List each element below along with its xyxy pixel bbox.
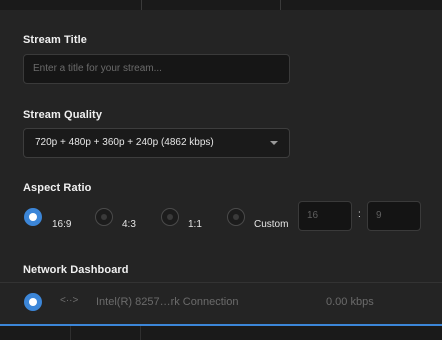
aspect-ratio-label: Aspect Ratio — [23, 182, 92, 194]
stream-title-input[interactable]: Enter a title for your stream... — [23, 54, 290, 84]
network-dashboard-label: Network Dashboard — [23, 264, 129, 276]
connection-name: Intel(R) 8257…rk Connection — [96, 296, 239, 308]
stream-title-label: Stream Title — [23, 34, 87, 46]
accent-line — [0, 324, 442, 326]
aspect-option-label: Custom — [254, 219, 289, 230]
connection-rate: 0.00 kbps — [326, 296, 374, 308]
aspect-option-label: 1:1 — [188, 219, 202, 230]
chevron-down-icon — [270, 141, 278, 145]
aspect-radio-custom[interactable] — [227, 208, 245, 226]
custom-width-input[interactable]: 16 — [298, 201, 352, 231]
bottom-tab-bar — [0, 324, 442, 340]
connection-radio[interactable] — [24, 293, 42, 311]
bottom-separator — [140, 326, 141, 340]
stream-quality-label: Stream Quality — [23, 109, 103, 121]
aspect-radio-1-1[interactable] — [161, 208, 179, 226]
ratio-separator: : — [358, 209, 361, 220]
tab-separator — [141, 0, 142, 10]
stream-quality-select[interactable]: 720p + 480p + 360p + 240p (4862 kbps) — [23, 128, 290, 158]
stream-quality-value: 720p + 480p + 360p + 240p (4862 kbps) — [35, 137, 214, 148]
divider — [0, 282, 442, 283]
stream-settings-panel: Stream Title Enter a title for your stre… — [0, 10, 442, 324]
custom-height-input[interactable]: 9 — [367, 201, 421, 231]
aspect-option-label: 4:3 — [122, 219, 136, 230]
network-arrows-icon: <··> — [60, 295, 79, 306]
bottom-separator — [70, 326, 71, 340]
tab-separator — [280, 0, 281, 10]
aspect-radio-4-3[interactable] — [95, 208, 113, 226]
aspect-radio-16-9[interactable] — [24, 208, 42, 226]
aspect-option-label: 16:9 — [52, 219, 72, 230]
